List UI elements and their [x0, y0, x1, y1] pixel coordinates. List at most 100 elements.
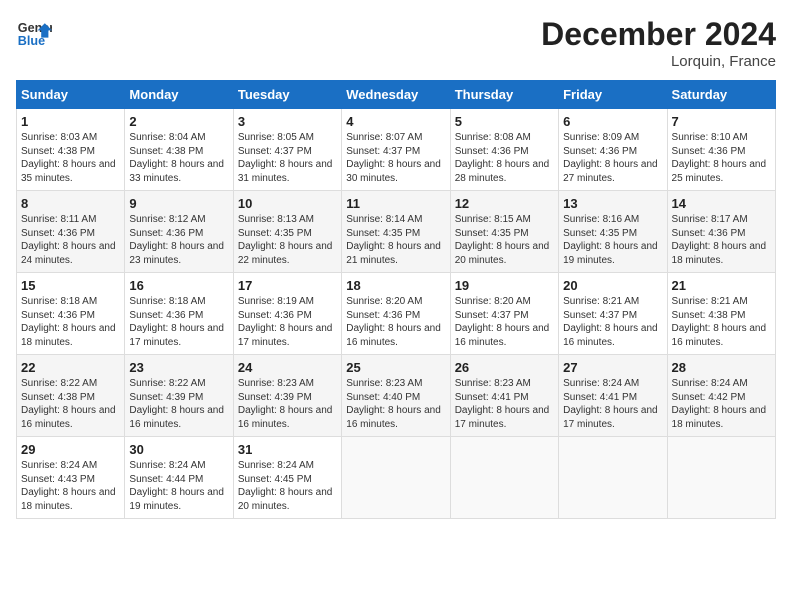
table-row: 3 Sunrise: 8:05 AMSunset: 4:37 PMDayligh… — [233, 109, 341, 191]
table-row: 5 Sunrise: 8:08 AMSunset: 4:36 PMDayligh… — [450, 109, 558, 191]
day-number: 1 — [21, 114, 120, 129]
cell-info: Sunrise: 8:23 AMSunset: 4:41 PMDaylight:… — [455, 377, 554, 431]
cell-info: Sunrise: 8:22 AMSunset: 4:38 PMDaylight:… — [21, 377, 120, 431]
day-number: 26 — [455, 360, 554, 375]
cell-info: Sunrise: 8:15 AMSunset: 4:35 PMDaylight:… — [455, 213, 554, 267]
cell-info: Sunrise: 8:18 AMSunset: 4:36 PMDaylight:… — [21, 295, 120, 349]
table-row: 14 Sunrise: 8:17 AMSunset: 4:36 PMDaylig… — [667, 191, 775, 273]
cell-info: Sunrise: 8:07 AMSunset: 4:37 PMDaylight:… — [346, 131, 445, 185]
cell-info: Sunrise: 8:22 AMSunset: 4:39 PMDaylight:… — [129, 377, 228, 431]
cell-info: Sunrise: 8:14 AMSunset: 4:35 PMDaylight:… — [346, 213, 445, 267]
table-row — [667, 437, 775, 519]
header-row: Sunday Monday Tuesday Wednesday Thursday… — [17, 81, 776, 109]
calendar-table: Sunday Monday Tuesday Wednesday Thursday… — [16, 80, 776, 519]
col-tuesday: Tuesday — [233, 81, 341, 109]
day-number: 10 — [238, 196, 337, 211]
col-wednesday: Wednesday — [342, 81, 450, 109]
cell-info: Sunrise: 8:11 AMSunset: 4:36 PMDaylight:… — [21, 213, 120, 267]
day-number: 31 — [238, 442, 337, 457]
day-number: 14 — [672, 196, 771, 211]
day-number: 19 — [455, 278, 554, 293]
col-saturday: Saturday — [667, 81, 775, 109]
day-number: 20 — [563, 278, 662, 293]
table-row: 6 Sunrise: 8:09 AMSunset: 4:36 PMDayligh… — [559, 109, 667, 191]
cell-info: Sunrise: 8:24 AMSunset: 4:43 PMDaylight:… — [21, 459, 120, 513]
col-sunday: Sunday — [17, 81, 125, 109]
cell-info: Sunrise: 8:18 AMSunset: 4:36 PMDaylight:… — [129, 295, 228, 349]
week-row-3: 15 Sunrise: 8:18 AMSunset: 4:36 PMDaylig… — [17, 273, 776, 355]
day-number: 25 — [346, 360, 445, 375]
table-row: 9 Sunrise: 8:12 AMSunset: 4:36 PMDayligh… — [125, 191, 233, 273]
day-number: 29 — [21, 442, 120, 457]
table-row: 11 Sunrise: 8:14 AMSunset: 4:35 PMDaylig… — [342, 191, 450, 273]
cell-info: Sunrise: 8:23 AMSunset: 4:39 PMDaylight:… — [238, 377, 337, 431]
day-number: 17 — [238, 278, 337, 293]
table-row: 8 Sunrise: 8:11 AMSunset: 4:36 PMDayligh… — [17, 191, 125, 273]
col-friday: Friday — [559, 81, 667, 109]
day-number: 9 — [129, 196, 228, 211]
day-number: 23 — [129, 360, 228, 375]
cell-info: Sunrise: 8:20 AMSunset: 4:36 PMDaylight:… — [346, 295, 445, 349]
location: Lorquin, France — [541, 53, 776, 70]
day-number: 15 — [21, 278, 120, 293]
day-number: 2 — [129, 114, 228, 129]
table-row: 24 Sunrise: 8:23 AMSunset: 4:39 PMDaylig… — [233, 355, 341, 437]
cell-info: Sunrise: 8:16 AMSunset: 4:35 PMDaylight:… — [563, 213, 662, 267]
table-row: 17 Sunrise: 8:19 AMSunset: 4:36 PMDaylig… — [233, 273, 341, 355]
cell-info: Sunrise: 8:13 AMSunset: 4:35 PMDaylight:… — [238, 213, 337, 267]
day-number: 6 — [563, 114, 662, 129]
week-row-5: 29 Sunrise: 8:24 AMSunset: 4:43 PMDaylig… — [17, 437, 776, 519]
day-number: 18 — [346, 278, 445, 293]
table-row: 27 Sunrise: 8:24 AMSunset: 4:41 PMDaylig… — [559, 355, 667, 437]
table-row: 4 Sunrise: 8:07 AMSunset: 4:37 PMDayligh… — [342, 109, 450, 191]
cell-info: Sunrise: 8:10 AMSunset: 4:36 PMDaylight:… — [672, 131, 771, 185]
cell-info: Sunrise: 8:21 AMSunset: 4:37 PMDaylight:… — [563, 295, 662, 349]
cell-info: Sunrise: 8:03 AMSunset: 4:38 PMDaylight:… — [21, 131, 120, 185]
day-number: 3 — [238, 114, 337, 129]
cell-info: Sunrise: 8:20 AMSunset: 4:37 PMDaylight:… — [455, 295, 554, 349]
cell-info: Sunrise: 8:24 AMSunset: 4:45 PMDaylight:… — [238, 459, 337, 513]
week-row-4: 22 Sunrise: 8:22 AMSunset: 4:38 PMDaylig… — [17, 355, 776, 437]
table-row — [450, 437, 558, 519]
day-number: 11 — [346, 196, 445, 211]
day-number: 12 — [455, 196, 554, 211]
col-thursday: Thursday — [450, 81, 558, 109]
table-row: 18 Sunrise: 8:20 AMSunset: 4:36 PMDaylig… — [342, 273, 450, 355]
table-row: 13 Sunrise: 8:16 AMSunset: 4:35 PMDaylig… — [559, 191, 667, 273]
table-row: 23 Sunrise: 8:22 AMSunset: 4:39 PMDaylig… — [125, 355, 233, 437]
day-number: 27 — [563, 360, 662, 375]
week-row-1: 1 Sunrise: 8:03 AMSunset: 4:38 PMDayligh… — [17, 109, 776, 191]
cell-info: Sunrise: 8:24 AMSunset: 4:42 PMDaylight:… — [672, 377, 771, 431]
day-number: 8 — [21, 196, 120, 211]
table-row: 20 Sunrise: 8:21 AMSunset: 4:37 PMDaylig… — [559, 273, 667, 355]
table-row: 30 Sunrise: 8:24 AMSunset: 4:44 PMDaylig… — [125, 437, 233, 519]
col-monday: Monday — [125, 81, 233, 109]
day-number: 21 — [672, 278, 771, 293]
day-number: 7 — [672, 114, 771, 129]
table-row: 15 Sunrise: 8:18 AMSunset: 4:36 PMDaylig… — [17, 273, 125, 355]
table-row: 21 Sunrise: 8:21 AMSunset: 4:38 PMDaylig… — [667, 273, 775, 355]
table-row: 19 Sunrise: 8:20 AMSunset: 4:37 PMDaylig… — [450, 273, 558, 355]
cell-info: Sunrise: 8:21 AMSunset: 4:38 PMDaylight:… — [672, 295, 771, 349]
cell-info: Sunrise: 8:05 AMSunset: 4:37 PMDaylight:… — [238, 131, 337, 185]
table-row — [342, 437, 450, 519]
title-block: December 2024 Lorquin, France — [541, 16, 776, 70]
cell-info: Sunrise: 8:12 AMSunset: 4:36 PMDaylight:… — [129, 213, 228, 267]
day-number: 30 — [129, 442, 228, 457]
table-row: 12 Sunrise: 8:15 AMSunset: 4:35 PMDaylig… — [450, 191, 558, 273]
cell-info: Sunrise: 8:23 AMSunset: 4:40 PMDaylight:… — [346, 377, 445, 431]
svg-text:Blue: Blue — [18, 34, 45, 48]
table-row: 2 Sunrise: 8:04 AMSunset: 4:38 PMDayligh… — [125, 109, 233, 191]
table-row: 25 Sunrise: 8:23 AMSunset: 4:40 PMDaylig… — [342, 355, 450, 437]
day-number: 13 — [563, 196, 662, 211]
cell-info: Sunrise: 8:24 AMSunset: 4:41 PMDaylight:… — [563, 377, 662, 431]
table-row: 7 Sunrise: 8:10 AMSunset: 4:36 PMDayligh… — [667, 109, 775, 191]
table-row: 26 Sunrise: 8:23 AMSunset: 4:41 PMDaylig… — [450, 355, 558, 437]
table-row: 16 Sunrise: 8:18 AMSunset: 4:36 PMDaylig… — [125, 273, 233, 355]
table-row — [559, 437, 667, 519]
cell-info: Sunrise: 8:19 AMSunset: 4:36 PMDaylight:… — [238, 295, 337, 349]
logo: General Blue — [16, 16, 52, 52]
page-header: General Blue December 2024 Lorquin, Fran… — [16, 16, 776, 70]
table-row: 29 Sunrise: 8:24 AMSunset: 4:43 PMDaylig… — [17, 437, 125, 519]
table-row: 1 Sunrise: 8:03 AMSunset: 4:38 PMDayligh… — [17, 109, 125, 191]
